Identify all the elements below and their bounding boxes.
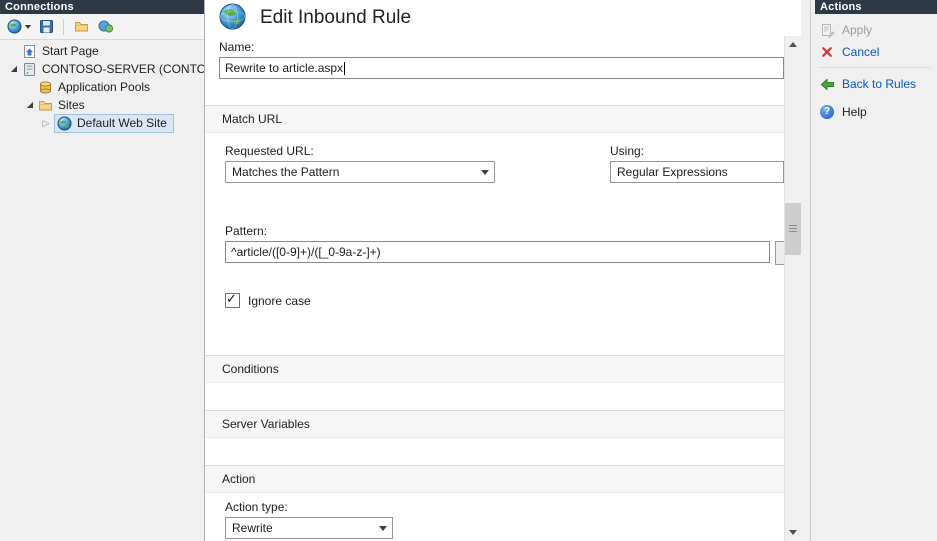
tree-item-default-web-site[interactable]: Default Web Site	[0, 114, 204, 132]
conditions-section: Conditions	[205, 355, 784, 383]
tree-item-label: Application Pools	[58, 80, 150, 94]
action-type-select[interactable]: Rewrite	[225, 517, 393, 539]
scroll-down-button[interactable]	[785, 524, 801, 541]
expander-expanded-icon[interactable]	[22, 96, 38, 114]
connections-title: Connections	[5, 1, 74, 13]
expander-expanded-icon[interactable]	[6, 60, 22, 78]
start-page-icon	[22, 44, 38, 59]
iis-manager-window: Connections	[0, 0, 937, 541]
tree-item-start-page[interactable]: Start Page	[0, 42, 204, 60]
tree-item-application-pools[interactable]: Application Pools	[0, 78, 204, 96]
ignore-case-label: Ignore case	[248, 294, 311, 308]
back-arrow-icon	[819, 77, 835, 92]
actions-header: Actions	[815, 0, 937, 14]
tree-item-label: Start Page	[42, 44, 99, 58]
rule-form: Name: Rewrite to article.aspx Match URL …	[205, 36, 784, 541]
match-url-title: Match URL	[222, 112, 282, 126]
inbound-rule-globe-icon	[219, 3, 246, 33]
connections-header: Connections	[0, 0, 204, 14]
save-connections-icon[interactable]	[36, 17, 56, 37]
help-icon	[819, 105, 835, 119]
server-variables-section-header[interactable]: Server Variables	[205, 410, 784, 438]
conditions-title: Conditions	[222, 362, 279, 376]
server-icon	[22, 62, 38, 77]
cancel-button[interactable]: Cancel	[819, 41, 931, 63]
match-url-section-header[interactable]: Match URL	[205, 105, 784, 133]
sites-folder-icon[interactable]	[71, 17, 91, 37]
actions-list: Apply Cancel Back to Rules	[811, 14, 937, 123]
chevron-down-icon	[476, 162, 494, 182]
pattern-input-value: ^article/([0-9]+)/([_0-9a-z-]+)	[231, 245, 381, 259]
actions-panel: Actions Apply Cance	[810, 0, 937, 541]
ignore-case-checkbox[interactable]	[225, 293, 240, 308]
requested-url-select[interactable]: Matches the Pattern	[225, 161, 495, 183]
connections-panel: Connections	[0, 0, 205, 541]
using-value: Regular Expressions	[617, 165, 728, 179]
tree-item-server[interactable]: CONTOSO-SERVER (CONTOS	[0, 60, 204, 78]
name-input[interactable]: Rewrite to article.aspx	[219, 57, 784, 79]
create-connection-icon	[4, 17, 24, 37]
chevron-down-icon	[25, 25, 31, 29]
tree-item-label: CONTOSO-SERVER (CONTOS	[42, 62, 204, 76]
server-variables-section: Server Variables	[205, 410, 784, 438]
server-variables-title: Server Variables	[222, 417, 310, 431]
create-connection-button[interactable]	[4, 17, 31, 37]
conditions-section-header[interactable]: Conditions	[205, 355, 784, 383]
selected-tree-item[interactable]: Default Web Site	[54, 114, 174, 133]
edit-inbound-rule-page: Edit Inbound Rule Name: Rewrite to artic…	[205, 0, 801, 541]
scrollbar-track[interactable]	[785, 53, 801, 524]
web-site-globe-icon	[57, 116, 73, 131]
using-select[interactable]: Regular Expressions	[610, 161, 784, 183]
action-title: Action	[222, 472, 255, 486]
tree-item-label: Sites	[58, 98, 85, 112]
scrollbar-thumb[interactable]	[785, 203, 801, 255]
tree-item-sites[interactable]: Sites	[0, 96, 204, 114]
name-input-value: Rewrite to article.aspx	[225, 61, 343, 75]
match-url-section: Match URL Requested URL: Matches the Pat…	[205, 105, 784, 308]
text-caret	[344, 62, 345, 75]
scroll-up-button[interactable]	[785, 36, 801, 53]
application-pools-icon	[38, 80, 54, 95]
cancel-label: Cancel	[842, 45, 879, 59]
help-label: Help	[842, 105, 867, 119]
page-title-row: Edit Inbound Rule	[205, 0, 801, 36]
back-to-rules-label: Back to Rules	[842, 77, 916, 91]
action-type-label: Action type:	[205, 500, 784, 514]
ignore-case-row: Ignore case	[205, 293, 784, 308]
action-section-header[interactable]: Action	[205, 465, 784, 493]
browse-site-icon[interactable]	[96, 17, 116, 37]
action-type-value: Rewrite	[232, 521, 273, 535]
actions-title: Actions	[820, 1, 862, 13]
action-section: Action Action type: Rewrite	[205, 465, 784, 539]
requested-url-label: Requested URL:	[225, 144, 495, 158]
chevron-down-icon	[374, 518, 392, 538]
help-button[interactable]: Help	[819, 101, 931, 123]
page-title: Edit Inbound Rule	[260, 7, 411, 29]
expander-collapsed-icon[interactable]	[38, 114, 54, 133]
panel-gutter	[801, 0, 810, 541]
sites-folder-icon	[38, 98, 54, 113]
requested-url-value: Matches the Pattern	[232, 165, 339, 179]
connections-toolbar	[0, 14, 204, 40]
cancel-x-icon	[819, 46, 835, 58]
apply-label: Apply	[842, 23, 872, 37]
using-label: Using:	[610, 144, 784, 158]
apply-icon	[819, 23, 835, 38]
vertical-scrollbar[interactable]	[784, 36, 801, 541]
name-label: Name:	[219, 40, 784, 54]
toolbar-separator	[63, 19, 64, 35]
apply-button: Apply	[819, 19, 931, 41]
pattern-label: Pattern:	[225, 224, 784, 238]
back-to-rules-button[interactable]: Back to Rules	[819, 73, 931, 95]
tree-item-label: Default Web Site	[77, 116, 167, 130]
actions-separator	[819, 67, 931, 68]
test-pattern-button[interactable]	[775, 241, 784, 265]
pattern-input[interactable]: ^article/([0-9]+)/([_0-9a-z-]+)	[225, 241, 770, 263]
connections-tree: Start Page CONTOSO-SERVER (CONTOS	[0, 40, 204, 541]
